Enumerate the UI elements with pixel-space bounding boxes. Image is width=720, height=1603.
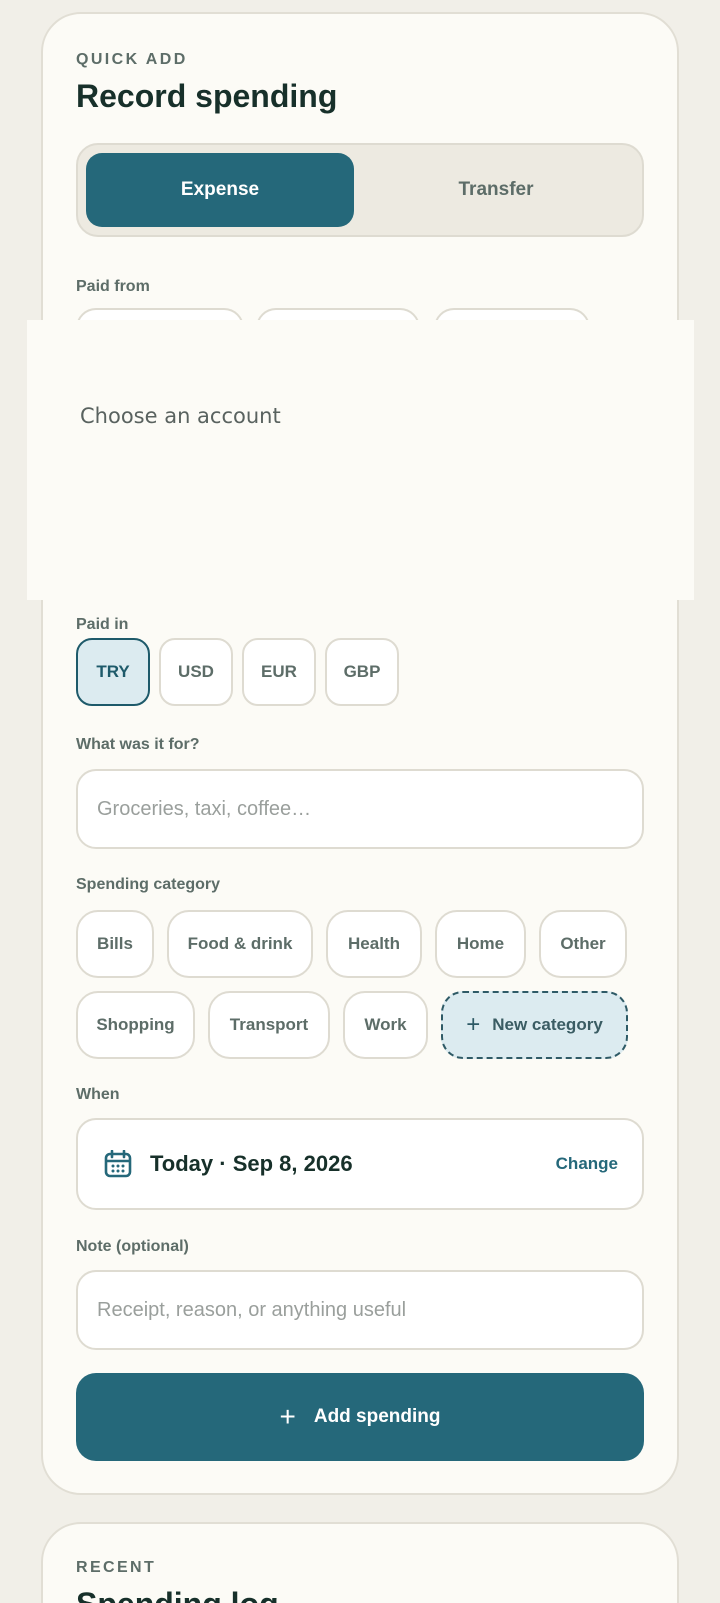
category-home[interactable]: Home [435, 910, 526, 978]
date-value: Today · Sep 8, 2026 [150, 1151, 353, 1176]
plus-icon: + [466, 1011, 481, 1038]
paid-in-label: Paid in [76, 616, 129, 633]
expense-toggle-button[interactable]: Expense [86, 153, 354, 227]
note-input[interactable]: Receipt, reason, or anything useful [76, 1270, 644, 1350]
note-label: Note (optional) [76, 1238, 189, 1255]
recent-title: Spending log [76, 1586, 279, 1603]
add-spending-label: Add spending [313, 1406, 441, 1427]
new-category-button[interactable]: + New category [441, 991, 628, 1059]
what-for-label: What was it for? [76, 736, 200, 753]
quick-add-card: QUICK ADD Record spending Expense Transf… [41, 12, 679, 1495]
account-picker-overlay[interactable]: Choose an account [27, 320, 694, 600]
category-transport[interactable]: Transport [208, 991, 330, 1059]
page-title: Record spending [76, 78, 338, 114]
when-label: When [76, 1086, 120, 1103]
category-other[interactable]: Other [539, 910, 627, 978]
category-shopping[interactable]: Shopping [76, 991, 195, 1059]
currency-gbp-button[interactable]: GBP [325, 638, 399, 706]
category-bills[interactable]: Bills [76, 910, 154, 978]
spending-category-label: Spending category [76, 876, 221, 893]
quick-add-eyebrow: QUICK ADD [76, 51, 188, 68]
paid-from-label: Paid from [76, 278, 150, 295]
transfer-toggle-button[interactable]: Transfer [358, 153, 634, 227]
currency-usd-button[interactable]: USD [159, 638, 233, 706]
recent-card: RECENT Spending log [41, 1522, 679, 1603]
date-field[interactable]: Today · Sep 8, 2026 Change [76, 1118, 644, 1210]
what-for-input[interactable]: Groceries, taxi, coffee… [76, 769, 644, 849]
category-health[interactable]: Health [326, 910, 422, 978]
add-spending-button[interactable]: + Add spending [76, 1373, 644, 1461]
type-toggle: Expense Transfer [76, 143, 644, 237]
plus-icon: + [279, 1401, 296, 1432]
choose-account-text: Choose an account [80, 404, 281, 428]
calendar-icon [104, 1150, 132, 1178]
category-food-drink[interactable]: Food & drink [167, 910, 313, 978]
recent-eyebrow: RECENT [76, 1559, 157, 1576]
currency-try-button[interactable]: TRY [76, 638, 150, 706]
change-date-link[interactable]: Change [556, 1120, 618, 1208]
currency-eur-button[interactable]: EUR [242, 638, 316, 706]
category-work[interactable]: Work [343, 991, 428, 1059]
new-category-label: New category [492, 1015, 603, 1034]
